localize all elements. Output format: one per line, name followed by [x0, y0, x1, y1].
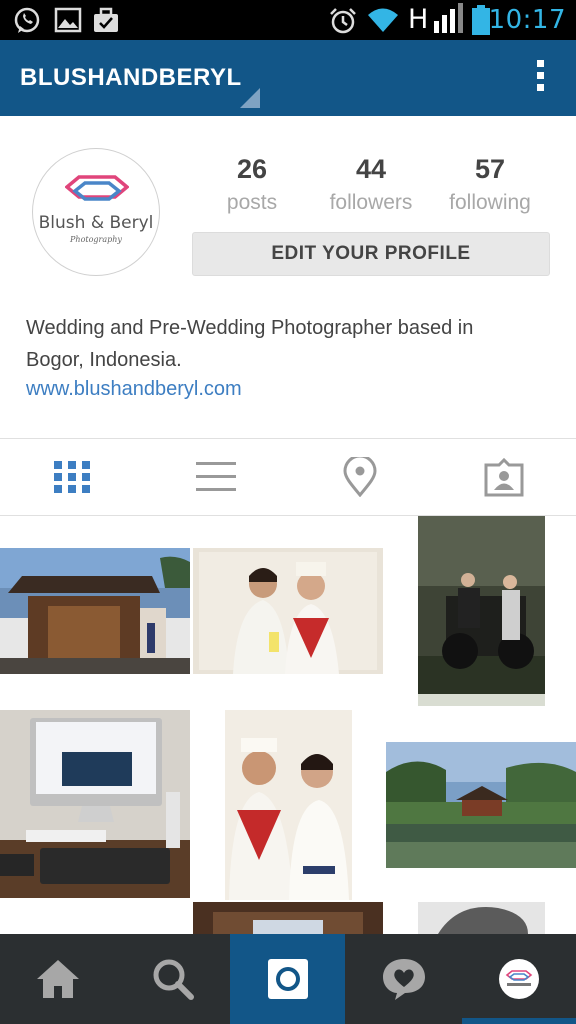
stat-value: 26: [236, 154, 268, 184]
website-link[interactable]: www.blushandberyl.com: [26, 378, 242, 401]
bio-line: Bogor, Indonesia.: [26, 349, 182, 371]
profile-header: Blush & Beryl Photography 26 posts 44 fo…: [0, 116, 576, 438]
photo-thumbnail[interactable]: [418, 516, 545, 706]
briefcase-icon: [94, 7, 118, 32]
gallery-icon: [54, 7, 82, 33]
grid-view-icon[interactable]: [52, 457, 92, 497]
stat-label: following: [449, 191, 531, 214]
app-bar: BLUSHANDBERYL: [0, 40, 576, 116]
home-icon: [36, 960, 79, 998]
photo-thumbnail[interactable]: [0, 548, 190, 674]
stat-label: followers: [329, 191, 413, 214]
network-type-label: H: [408, 4, 429, 35]
stat-value: 44: [355, 154, 387, 184]
signal-icon: [434, 3, 463, 33]
stat-posts[interactable]: 26 posts: [192, 154, 312, 215]
edit-profile-button[interactable]: EDIT YOUR PROFILE: [192, 232, 550, 276]
nav-home[interactable]: [0, 934, 115, 1024]
nav-search[interactable]: [115, 934, 230, 1024]
view-tabs: [0, 438, 576, 516]
logo-subtitle: Photography: [70, 235, 122, 244]
avatar[interactable]: Blush & Beryl Photography: [32, 148, 160, 276]
tagged-photos-icon[interactable]: [484, 457, 524, 497]
nav-activity[interactable]: [346, 934, 461, 1024]
photo-thumbnail[interactable]: [418, 902, 545, 934]
stat-value: 57: [474, 154, 506, 184]
list-view-icon[interactable]: [196, 457, 236, 497]
battery-icon: [472, 5, 490, 35]
bio: Wedding and Pre-Wedding Photographer bas…: [26, 312, 556, 376]
whatsapp-icon: [14, 7, 40, 33]
clock: 10:17: [488, 5, 566, 35]
photo-thumbnail[interactable]: [193, 548, 383, 674]
nav-profile[interactable]: [461, 934, 576, 1024]
overflow-menu-icon[interactable]: [532, 60, 548, 98]
app-screen: H 10:17 BLUSHANDBERYL Blush & Beryl Phot…: [0, 0, 576, 1024]
stat-followers[interactable]: 44 followers: [311, 154, 431, 215]
bottom-nav: [0, 934, 576, 1024]
photo-thumbnail[interactable]: [0, 710, 190, 898]
wifi-icon: [368, 8, 398, 32]
dropdown-corner-icon[interactable]: [240, 88, 260, 108]
nav-camera[interactable]: [230, 934, 345, 1024]
photo-grid: [0, 516, 576, 934]
search-icon: [153, 959, 194, 1000]
camera-icon: [267, 959, 308, 999]
active-tab-indicator: [462, 1018, 576, 1024]
stat-following[interactable]: 57 following: [430, 154, 550, 215]
logo-name: Blush & Beryl: [38, 213, 154, 233]
username-switcher[interactable]: BLUSHANDBERYL: [20, 64, 242, 92]
photo-thumbnail[interactable]: [225, 710, 352, 900]
map-pin-icon[interactable]: [340, 457, 380, 497]
brand-logo-icon: [65, 175, 129, 201]
stat-label: posts: [226, 191, 278, 214]
bio-line: Wedding and Pre-Wedding Photographer bas…: [26, 317, 474, 339]
activity-heart-icon: [382, 959, 425, 1000]
photo-thumbnail[interactable]: [193, 902, 383, 934]
profile-avatar-icon: [498, 959, 539, 999]
photo-thumbnail[interactable]: [386, 742, 576, 868]
alarm-icon: [330, 8, 356, 34]
status-bar: H 10:17: [0, 0, 576, 40]
